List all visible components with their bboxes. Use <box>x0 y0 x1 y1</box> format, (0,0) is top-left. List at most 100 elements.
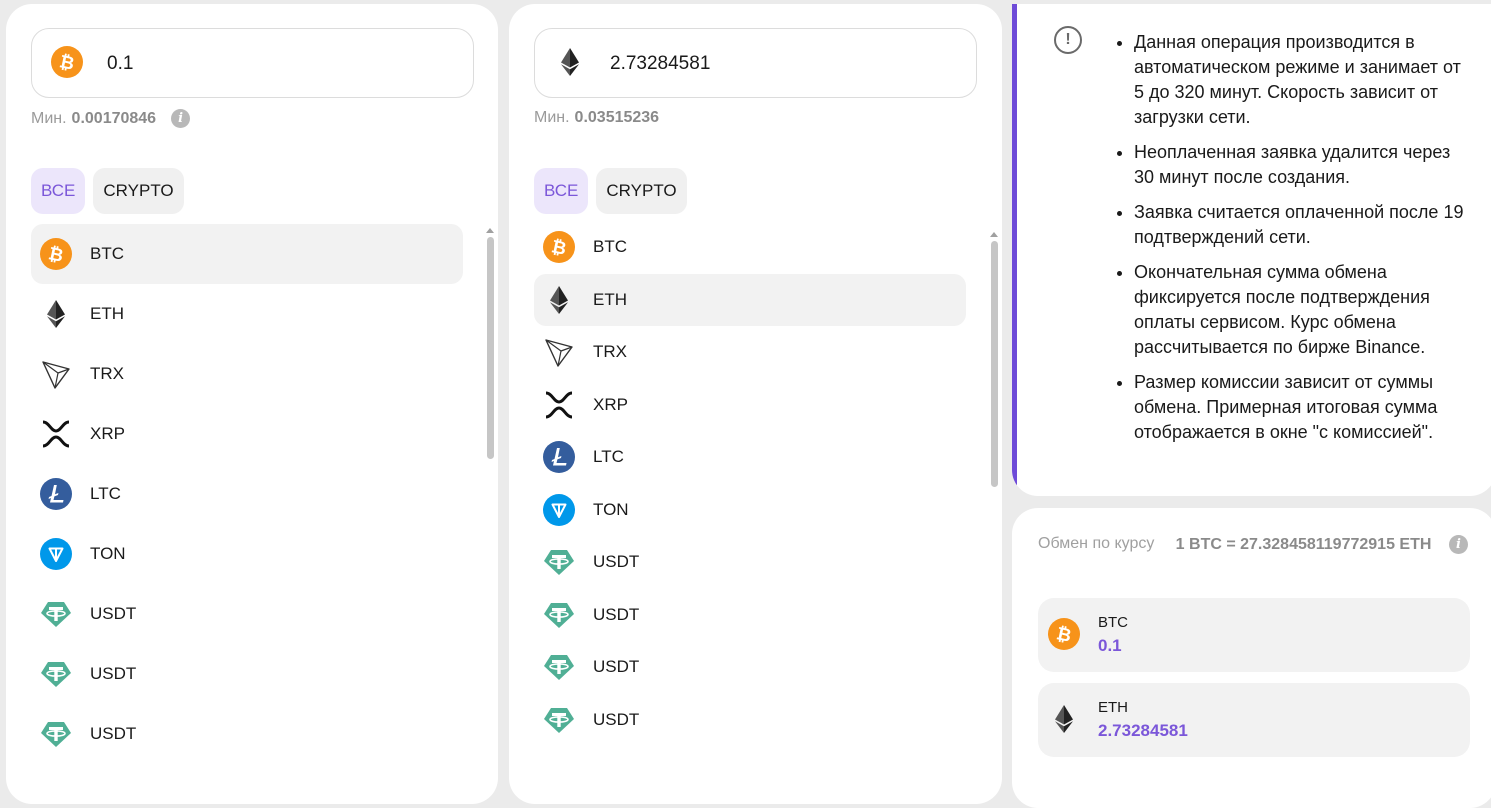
trx-icon <box>543 336 575 368</box>
coin-label: TON <box>593 499 629 519</box>
usdt-icon <box>40 598 72 630</box>
to-amount-input[interactable] <box>610 47 950 81</box>
coin-option-usdt[interactable]: USDT <box>31 584 463 644</box>
btc-icon: ₿ <box>40 238 72 270</box>
from-scrollbar[interactable] <box>483 228 497 459</box>
eth-icon <box>543 284 575 316</box>
coin-label: XRP <box>90 424 125 443</box>
usdt-icon <box>40 658 72 690</box>
eth-icon <box>40 298 72 330</box>
coin-label: TRX <box>593 342 627 362</box>
coin-label: ETH <box>90 304 124 323</box>
coin-label: BTC <box>593 237 627 257</box>
to-scrollbar[interactable] <box>987 232 1001 487</box>
coin-option-usdt[interactable]: USDT <box>534 641 966 694</box>
send-amount: 0.1 <box>1098 636 1122 655</box>
filter-all[interactable]: ВСЕ <box>31 168 86 214</box>
note-item: Размер комиссии зависит от суммы обмена.… <box>1134 370 1464 445</box>
coin-label: BTC <box>90 244 124 263</box>
coin-option-eth[interactable]: ETH <box>31 284 463 344</box>
rate-panel: Обмен по курсу 1 BTC = 27.32845811977291… <box>1012 508 1491 808</box>
to-currency-panel: Мин. 0.03515236 ВСЕ CRYPTO ₿ BTC ETH TRX XRP… <box>509 4 1002 804</box>
coin-option-ltc[interactable]: LTC <box>534 431 966 484</box>
coin-option-btc[interactable]: ₿ BTC <box>534 221 966 274</box>
from-min-amount: Мин. 0.00170846 i <box>31 109 191 128</box>
coin-option-trx[interactable]: TRX <box>534 326 966 379</box>
alert-icon: ! <box>1054 26 1082 54</box>
coin-label: LTC <box>90 484 121 503</box>
coin-option-xrp[interactable]: XRP <box>534 379 966 432</box>
coin-option-btc[interactable]: ₿ BTC <box>31 224 463 284</box>
from-amount-input[interactable] <box>107 47 447 81</box>
info-icon[interactable]: i <box>171 109 191 128</box>
accent-bar <box>1012 4 1017 496</box>
filter-crypto[interactable]: CRYPTO <box>596 168 687 214</box>
rate-value: 1 BTC = 27.328458119772915 ETH <box>1175 536 1432 553</box>
ton-icon <box>40 538 72 570</box>
receive-amount: 2.73284581 <box>1098 721 1188 740</box>
coin-option-usdt[interactable]: USDT <box>534 536 966 589</box>
scroll-up-arrow[interactable] <box>486 228 494 233</box>
ltc-icon <box>40 478 72 510</box>
usdt-icon <box>543 599 575 631</box>
receive-ticker: ETH <box>1098 699 1128 716</box>
info-notes: Данная операция производится в автоматич… <box>1114 30 1464 455</box>
coin-option-usdt[interactable]: USDT <box>534 589 966 642</box>
to-filter-tabs: ВСЕ CRYPTO <box>534 168 687 214</box>
usdt-icon <box>40 718 72 750</box>
coin-option-ltc[interactable]: LTC <box>31 464 463 524</box>
coin-option-usdt[interactable]: USDT <box>31 644 463 704</box>
coin-option-usdt[interactable]: USDT <box>31 704 463 764</box>
coin-label: USDT <box>593 604 640 624</box>
coin-option-trx[interactable]: TRX <box>31 344 463 404</box>
from-filter-tabs: ВСЕ CRYPTO <box>31 168 184 214</box>
info-panel: ! Данная операция производится в автомат… <box>1012 4 1491 496</box>
scroll-thumb[interactable] <box>486 237 494 459</box>
filter-all[interactable]: ВСЕ <box>534 168 589 214</box>
eth-icon <box>1048 703 1080 735</box>
to-amount-box[interactable] <box>534 28 977 98</box>
filter-crypto[interactable]: CRYPTO <box>93 168 184 214</box>
coin-label: USDT <box>593 552 640 572</box>
usdt-icon <box>543 704 575 736</box>
coin-label: LTC <box>593 447 624 467</box>
coin-label: USDT <box>593 657 640 677</box>
coin-label: ETH <box>593 289 627 309</box>
coin-label: USDT <box>593 709 640 729</box>
send-ticker: BTC <box>1098 614 1128 631</box>
coin-label: TRX <box>90 364 124 383</box>
note-item: Данная операция производится в автоматич… <box>1134 30 1464 130</box>
coin-option-eth[interactable]: ETH <box>534 273 966 326</box>
note-item: Неоплаченная заявка удалится через 30 ми… <box>1134 140 1464 190</box>
min-value: 0.03515236 <box>574 109 660 126</box>
to-coin-list: ₿ BTC ETH TRX XRP LTC TON USDT USDT USDT USDT <box>534 221 966 746</box>
coin-label: XRP <box>593 394 628 414</box>
coin-option-xrp[interactable]: XRP <box>31 404 463 464</box>
ton-icon <box>543 493 575 526</box>
receive-summary-card: ETH 2.73284581 <box>1038 683 1470 757</box>
btc-icon: ₿ <box>51 46 83 78</box>
info-icon[interactable]: i <box>1449 535 1468 554</box>
coin-option-usdt[interactable]: USDT <box>534 694 966 747</box>
min-value: 0.00170846 <box>71 109 157 127</box>
eth-icon <box>554 46 586 78</box>
from-amount-box[interactable]: ₿ <box>31 28 474 98</box>
note-item: Окончательная сумма обмена фиксируется п… <box>1134 260 1464 360</box>
coin-label: TON <box>90 544 126 563</box>
btc-icon: ₿ <box>1048 618 1080 650</box>
xrp-icon <box>40 418 72 450</box>
rate-label: Обмен по курсу <box>1038 535 1155 552</box>
from-currency-panel: ₿ Мин. 0.00170846 i ВСЕ CRYPTO ₿ BTC ETH TR… <box>6 4 498 804</box>
btc-icon: ₿ <box>543 231 575 264</box>
min-label: Мин. <box>31 109 67 127</box>
scroll-thumb[interactable] <box>990 241 998 487</box>
coin-option-ton[interactable]: TON <box>534 484 966 537</box>
xrp-icon <box>543 389 575 421</box>
scroll-up-arrow[interactable] <box>990 232 998 237</box>
coin-label: USDT <box>90 664 137 683</box>
coin-label: USDT <box>90 604 137 623</box>
coin-option-ton[interactable]: TON <box>31 524 463 584</box>
from-coin-list: ₿ BTC ETH TRX XRP LTC TON USDT USDT USDT <box>31 224 463 764</box>
ltc-icon <box>543 441 575 474</box>
to-min-amount: Мин. 0.03515236 <box>534 109 659 127</box>
